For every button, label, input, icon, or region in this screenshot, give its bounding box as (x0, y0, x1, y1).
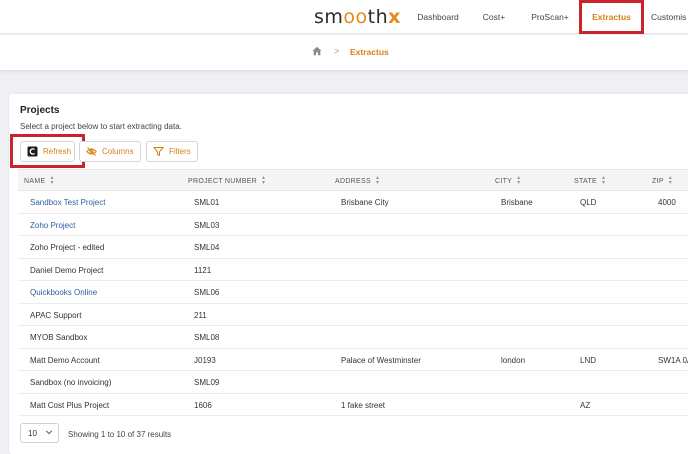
breadcrumb-separator: > (334, 46, 340, 56)
page-size-select[interactable]: 10 (20, 423, 59, 443)
extractus-highlight-box (579, 0, 644, 34)
cell-address: Brisbane City (341, 198, 389, 207)
logo-text-start: sm (314, 6, 344, 28)
nav-dashboard[interactable]: Dashboard (411, 0, 465, 34)
cell-project-number: SML03 (194, 220, 220, 230)
cell-state: QLD (580, 198, 597, 207)
cell-name[interactable]: Quickbooks Online (30, 288, 97, 297)
cell-project-number: SML09 (194, 378, 220, 387)
cell-project-number: SML04 (194, 243, 220, 252)
eye-slash-icon (86, 147, 97, 156)
cell-project-number: J0193 (194, 355, 216, 365)
table-row[interactable]: Zoho Project - edited SML04 (18, 236, 688, 259)
logo-text-x: x (388, 6, 401, 28)
nav-proscan-plus[interactable]: ProScan+ (526, 0, 574, 34)
cell-name[interactable]: Daniel Demo Project (30, 266, 103, 275)
table-row[interactable]: Sandbox Test Project SML01 Brisbane City… (18, 191, 688, 214)
table-row[interactable]: Matt Demo Account J0193 Palace of Westmi… (18, 349, 688, 371)
nav-cost-plus[interactable]: Cost+ (475, 0, 513, 34)
sort-icon: ▴ ▾ (517, 175, 521, 186)
table-header: NAME ▴ ▾ PROJECT NUMBER ▴ ▾ ADDRESS ▴ ▾ CITY ▴ ▾… (18, 169, 688, 191)
cell-address: 1 fake street (341, 400, 386, 410)
cell-project-number: 211 (194, 310, 207, 320)
home-icon[interactable] (312, 46, 322, 56)
cell-name[interactable]: Zoho Project - edited (30, 243, 104, 252)
table-row[interactable]: Zoho Project SML03 (18, 214, 688, 236)
cell-project-number: SML08 (194, 333, 220, 342)
page-subtitle: Select a project below to start extracti… (20, 122, 182, 131)
column-header-label: CITY (495, 177, 513, 185)
cell-name[interactable]: Zoho Project (30, 221, 75, 230)
filters-button[interactable]: Filters (146, 141, 198, 162)
cell-project-number: SML01 (194, 198, 220, 207)
breadcrumb-current: Extractus (350, 47, 389, 57)
logo-text-mid: th (367, 6, 389, 28)
column-header-label: ADDRESS (335, 177, 371, 185)
column-header-label: PROJECT NUMBER (188, 177, 258, 185)
sort-icon: ▴ ▾ (375, 175, 380, 186)
column-header-label: ZIP (652, 177, 664, 185)
table-row[interactable]: APAC Support 211 (18, 304, 688, 326)
page-size-value: 10 (28, 429, 37, 438)
cell-zip: 4000 (658, 198, 676, 207)
pagination-summary: Showing 1 to 10 of 37 results (68, 430, 172, 439)
breadcrumb: > Extractus (0, 35, 688, 71)
page-title: Projects (20, 105, 60, 116)
table-row[interactable]: MYOB Sandbox SML08 (18, 326, 688, 349)
top-navigation-bar: smoothx Dashboard Cost+ ProScan+ Extract… (0, 0, 688, 34)
filters-button-label: Filters (169, 147, 191, 156)
cell-city: Brisbane (501, 198, 533, 207)
cell-state: AZ (580, 400, 591, 410)
cell-city: london (501, 355, 526, 365)
sort-icon: ▴ ▾ (602, 175, 606, 186)
sort-icon: ▴ ▾ (668, 175, 673, 186)
column-header-project-number[interactable]: PROJECT NUMBER ▴ ▾ (188, 175, 266, 186)
chevron-down-icon (45, 430, 53, 435)
cell-address: Palace of Westminster (341, 355, 421, 365)
columns-button-label: Columns (102, 147, 134, 156)
cell-project-number: 1606 (194, 400, 212, 410)
cell-name[interactable]: Matt Demo Account (30, 356, 100, 365)
cell-name[interactable]: APAC Support (30, 311, 81, 320)
cell-name[interactable]: Sandbox Test Project (30, 198, 105, 207)
column-header-label: NAME (24, 177, 46, 185)
cell-name[interactable]: Sandbox (no invoicing) (30, 378, 111, 387)
table-row[interactable]: Sandbox (no invoicing) SML09 (18, 371, 688, 394)
cell-zip: SW1A 0A (658, 355, 688, 365)
column-header-city[interactable]: CITY ▴ ▾ (495, 175, 521, 186)
table-row[interactable]: Quickbooks Online SML06 (18, 281, 688, 304)
table-row[interactable]: Daniel Demo Project 1121 (18, 259, 688, 281)
column-header-state[interactable]: STATE ▴ ▾ (574, 175, 606, 186)
logo-text-oo: oo (343, 6, 368, 28)
column-header-zip[interactable]: ZIP ▴ ▾ (652, 175, 673, 186)
table-row[interactable]: Matt Cost Plus Project 1606 1 fake stree… (18, 394, 688, 416)
refresh-highlight-box (10, 134, 85, 168)
filter-funnel-icon (153, 147, 164, 157)
cell-name[interactable]: Matt Cost Plus Project (30, 401, 109, 410)
sort-icon: ▴ ▾ (50, 175, 54, 186)
column-header-address[interactable]: ADDRESS ▴ ▾ (335, 175, 380, 186)
cell-project-number: 1121 (194, 265, 212, 275)
column-header-name[interactable]: NAME ▴ ▾ (24, 175, 54, 186)
columns-button[interactable]: Columns (79, 141, 141, 162)
smoothx-logo[interactable]: smoothx (314, 6, 401, 28)
cell-state: LND (580, 355, 597, 365)
nav-customise[interactable]: Customis (651, 0, 688, 34)
cell-name[interactable]: MYOB Sandbox (30, 333, 87, 342)
cell-project-number: SML06 (194, 288, 220, 297)
sort-icon: ▴ ▾ (262, 175, 266, 186)
column-header-label: STATE (574, 177, 598, 185)
